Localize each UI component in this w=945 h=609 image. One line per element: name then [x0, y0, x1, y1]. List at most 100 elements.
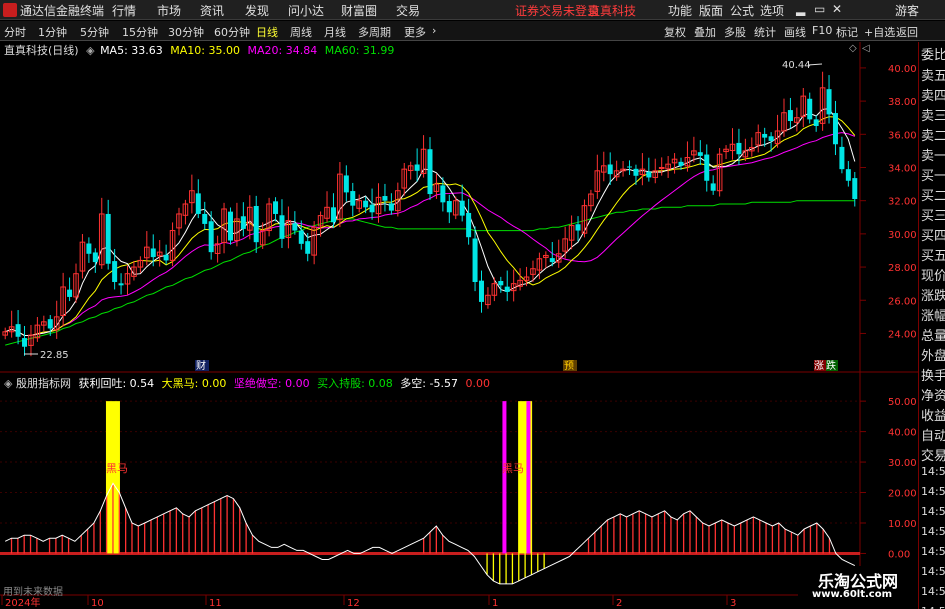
duogu-button[interactable]: 多股 [724, 24, 746, 40]
candle-body [697, 152, 703, 156]
settings-gear-icon[interactable]: ◈ [86, 44, 94, 57]
f10-button[interactable]: F10 [812, 24, 832, 37]
side-panel-label[interactable]: 涨幅 [921, 305, 945, 324]
candle-body [794, 117, 800, 123]
side-panel-label[interactable]: 卖一 [921, 145, 945, 164]
side-panel-label[interactable]: 14:56 [921, 485, 945, 498]
side-panel-label[interactable]: 14:56 [921, 585, 945, 598]
side-panel-label[interactable]: 现价 [921, 265, 945, 284]
candle-body [382, 196, 388, 201]
side-panel-label[interactable]: 自动 [921, 425, 945, 444]
candle-body [337, 173, 343, 221]
menu-item-shichang[interactable]: 市场 [157, 2, 181, 19]
marker-zhang[interactable]: 涨 [814, 360, 824, 372]
candle-body [652, 170, 659, 178]
close-icon[interactable]: ✕ [832, 2, 842, 16]
side-panel-label[interactable]: 14:56 [921, 605, 945, 609]
collapse-icon[interactable]: ◁ [862, 43, 870, 54]
period-multi[interactable]: 多周期 [358, 24, 391, 40]
side-panel-label[interactable]: 买五 [921, 245, 945, 264]
diejia-button[interactable]: 叠加 [694, 24, 716, 40]
ma10-line [5, 116, 856, 337]
time-tick-label: 12 [347, 598, 360, 609]
menu-item-wenxiaoda[interactable]: 问小达 [288, 2, 324, 19]
menu-item-jiaoyi[interactable]: 交易 [396, 2, 420, 19]
side-panel-label[interactable]: 涨跌 [921, 285, 945, 304]
side-panel-label[interactable]: 委比 [921, 44, 945, 63]
diamond-icon[interactable]: ◇ [849, 43, 857, 54]
candle-body [285, 220, 292, 239]
menu-item-caifuquan[interactable]: 财富圈 [341, 2, 377, 19]
side-panel-label[interactable]: 买一 [921, 165, 945, 184]
menu-item-gongneng[interactable]: 功能 [668, 2, 692, 19]
side-panel-label[interactable]: 14:56 [921, 565, 945, 578]
add-favorite-button[interactable]: +自选 [864, 24, 895, 40]
candle-body [472, 238, 478, 282]
menu-item-banmian[interactable]: 版面 [699, 2, 723, 19]
side-panel-label[interactable]: 卖二 [921, 125, 945, 144]
huaxian-button[interactable]: 画线 [784, 24, 806, 40]
side-panel-label[interactable]: 换手 [921, 365, 945, 384]
login-warning[interactable]: 证券交易未登录 [515, 2, 599, 19]
candle-body [620, 168, 626, 172]
side-panel-label[interactable]: 买二 [921, 185, 945, 204]
side-panel-label[interactable]: 14:56 [921, 525, 945, 538]
side-panel-label[interactable]: 卖四 [921, 85, 945, 104]
marker-yu[interactable]: 预 [564, 360, 574, 372]
candle-body [60, 286, 66, 317]
period-1min[interactable]: 1分钟 [38, 24, 67, 40]
side-panel-label[interactable]: 14:56 [921, 505, 945, 518]
candle-body [478, 280, 484, 302]
price-tick-label: 26.00 [888, 296, 917, 307]
candle-body [266, 203, 272, 232]
side-panel-label[interactable]: 外盘 [921, 345, 945, 364]
menu-item-zixun[interactable]: 资讯 [200, 2, 224, 19]
period-more[interactable]: 更多 [404, 24, 426, 40]
candle-body [613, 170, 620, 178]
tongji-button[interactable]: 统计 [754, 24, 776, 40]
candle-body [813, 119, 819, 126]
ma60-value: MA60: 31.99 [324, 44, 395, 57]
menu-item-xuanxiang[interactable]: 选项 [760, 2, 784, 19]
maximize-icon[interactable]: ▭ [814, 2, 825, 16]
period-15min[interactable]: 15分钟 [122, 24, 158, 40]
period-30min[interactable]: 30分钟 [168, 24, 204, 40]
period-daily[interactable]: 日线 [256, 24, 278, 40]
marker-zhang-box [814, 360, 826, 371]
indicator-settings-icon[interactable]: ◈ [4, 377, 12, 390]
candle-body [182, 203, 189, 216]
marker-cai[interactable]: 财 [196, 359, 206, 372]
candle-body [627, 166, 633, 168]
guest-button[interactable]: 游客 [895, 2, 919, 19]
side-panel-label[interactable]: 净资 [921, 385, 945, 404]
side-panel-label[interactable]: 14:56 [921, 465, 945, 478]
back-button[interactable]: 返回 [896, 24, 918, 40]
menu-item-gongshi[interactable]: 公式 [730, 2, 754, 19]
indicator-v6: 0.00 [465, 377, 490, 390]
side-panel-label[interactable]: 买三 [921, 205, 945, 224]
candle-body [678, 161, 684, 166]
candle-body [363, 200, 369, 208]
menu-item-hangqing[interactable]: 行情 [112, 2, 136, 19]
biaoji-button[interactable]: 标记 [836, 24, 858, 40]
marker-die[interactable]: 跌 [826, 359, 836, 372]
side-panel-label[interactable]: 卖三 [921, 105, 945, 124]
candle-body [433, 183, 440, 192]
period-60min[interactable]: 60分钟 [214, 24, 250, 40]
period-weekly[interactable]: 周线 [290, 24, 312, 40]
side-panel-label[interactable]: 卖五 [921, 65, 945, 84]
fuquan-button[interactable]: 复权 [664, 24, 686, 40]
candle-body [375, 196, 382, 215]
more-chevron-icon[interactable]: › [432, 24, 436, 37]
side-panel-label[interactable]: 总量 [921, 325, 945, 344]
period-monthly[interactable]: 月线 [324, 24, 346, 40]
menu-item-faxian[interactable]: 发现 [245, 2, 269, 19]
period-5min[interactable]: 5分钟 [80, 24, 109, 40]
period-fenshi[interactable]: 分时 [4, 24, 26, 40]
minimize-icon[interactable]: ▂ [796, 2, 805, 16]
side-panel-label[interactable]: 买四 [921, 225, 945, 244]
side-panel-label[interactable]: 收益 [921, 405, 945, 424]
candle-body [845, 169, 851, 181]
side-panel-label[interactable]: 交易 [921, 445, 945, 464]
side-panel-label[interactable]: 14:56 [921, 545, 945, 558]
